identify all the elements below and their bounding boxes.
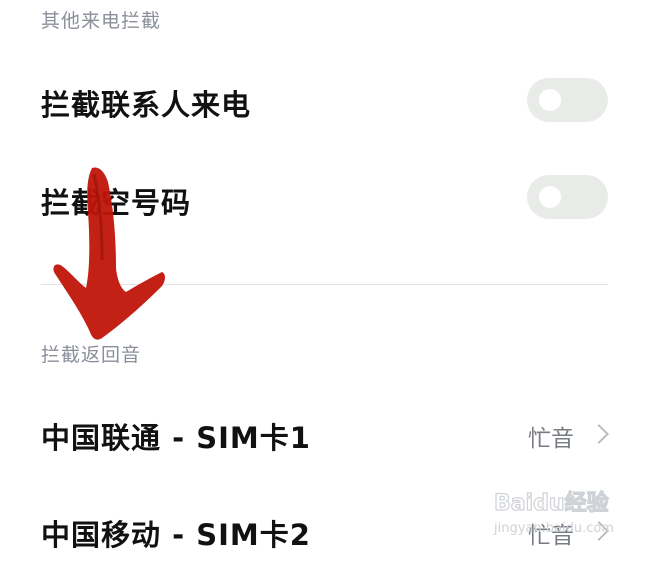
toggle-knob [539, 89, 561, 111]
block-empty-numbers-toggle[interactable] [527, 175, 608, 219]
sim2-return-tone-row[interactable]: 中国移动 - SIM卡2 忙音 [0, 485, 646, 575]
chevron-right-icon [589, 521, 609, 541]
sim2-return-tone-label: 中国移动 - SIM卡2 [41, 518, 311, 552]
sim1-return-tone-value: 忙音 [528, 426, 574, 452]
sim2-return-tone-value: 忙音 [528, 523, 574, 549]
block-empty-numbers-label: 拦截空号码 [41, 186, 192, 220]
section-header-other-call-block: 其他来电拦截 [41, 10, 162, 32]
toggle-knob [539, 186, 561, 208]
block-contacts-calls-label: 拦截联系人来电 [41, 88, 252, 122]
block-contacts-calls-toggle[interactable] [527, 78, 608, 122]
block-empty-numbers-row[interactable]: 拦截空号码 [0, 153, 646, 243]
block-contacts-calls-row[interactable]: 拦截联系人来电 [0, 55, 646, 145]
sim1-return-tone-label: 中国联通 - SIM卡1 [41, 421, 311, 455]
section-divider [41, 284, 608, 285]
sim1-return-tone-row[interactable]: 中国联通 - SIM卡1 忙音 [0, 388, 646, 478]
chevron-right-icon [589, 424, 609, 444]
section-header-block-return-tone: 拦截返回音 [41, 344, 142, 366]
